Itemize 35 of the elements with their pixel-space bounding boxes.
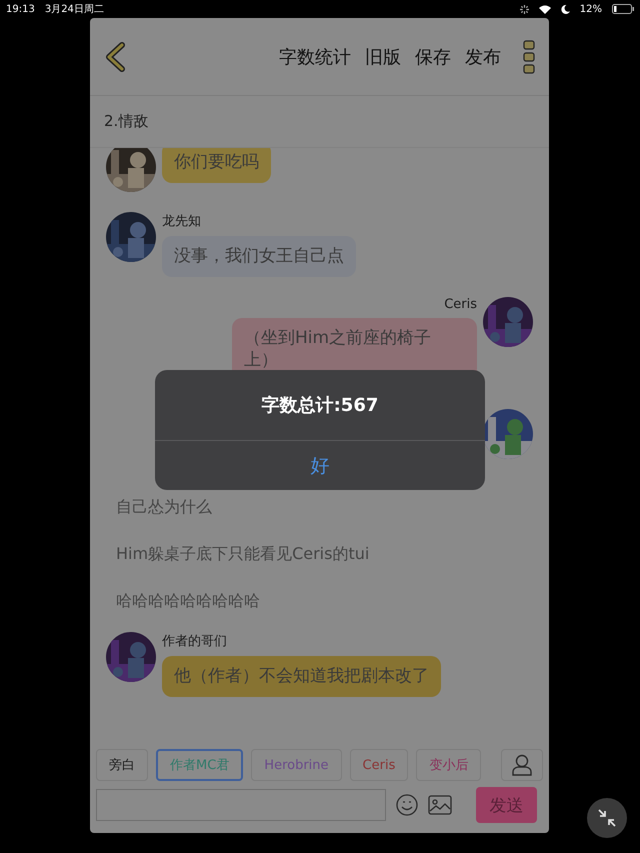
message-bubble: 没事，我们女王自己点 [162,236,356,278]
toolbar-action[interactable]: 保存 [415,44,451,68]
wifi-icon [538,4,551,14]
image-icon[interactable] [428,795,452,815]
more-icon[interactable] [523,40,535,74]
toolbar-action[interactable]: 字数统计 [279,44,351,68]
narration-text: Him躲桌子底下只能看见Ceris的tui [115,542,370,565]
message-bubble: 他（作者）不会知道我把剧本改了 [162,656,441,697]
narration-text: 自己怂为什么 [115,496,213,518]
alert-message: 字数总计:567 [155,370,485,441]
message-bubble: 你们要吃吗 [162,148,271,184]
collapse-button[interactable] [587,798,627,838]
narration-text: 哈哈哈哈哈哈哈哈哈 [115,590,261,612]
toolbar-action[interactable]: 旧版 [365,44,401,68]
ok-button[interactable]: 好 [155,441,485,490]
user-icon [512,754,532,776]
back-icon[interactable] [104,42,126,72]
date: 3月24日周二 [44,3,104,16]
role-picker-button[interactable] [501,749,543,781]
emoji-icon[interactable] [396,794,418,816]
activity-icon [520,4,529,14]
sender-name: 作者的哥们 [162,632,228,650]
battery-percent: 12% [580,4,602,14]
send-button[interactable]: 发送 [476,787,537,823]
clock: 19:13 [6,4,35,14]
sender-name: 龙先知 [162,213,202,230]
sender-name: Ceris [444,297,477,312]
role-chip[interactable]: Ceris [350,749,408,781]
role-chip[interactable]: Herobrine [251,749,342,781]
role-chip[interactable]: 旁白 [96,749,148,781]
moon-icon [560,4,570,14]
role-chip[interactable]: 变小后 [416,749,482,781]
message-input[interactable] [96,789,386,821]
toolbar-action[interactable]: 发布 [465,44,501,68]
battery-icon [612,4,634,14]
